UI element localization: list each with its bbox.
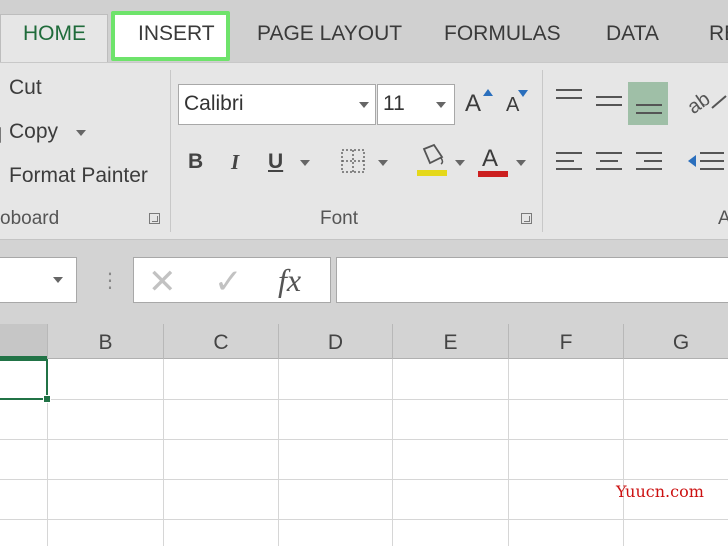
underline-dropdown-icon[interactable] [300, 160, 310, 166]
bottom-align-button[interactable] [628, 82, 668, 125]
align-center-icon[interactable] [596, 152, 622, 176]
fill-handle[interactable] [43, 395, 51, 403]
row-line [0, 519, 728, 520]
font-name-value: Calibri [184, 92, 244, 115]
bold-button[interactable]: B [188, 150, 203, 174]
font-size-value: 11 [383, 92, 405, 115]
underline-button[interactable]: U [268, 150, 283, 174]
formula-input[interactable] [336, 257, 728, 303]
column-header[interactable]: C [163, 324, 278, 359]
paintbrush-icon [0, 164, 2, 184]
shrink-font-button[interactable]: A [504, 86, 534, 120]
copy-label: Copy [9, 120, 59, 143]
selected-cell[interactable] [0, 359, 48, 400]
font-group-label: Font [320, 208, 359, 229]
column-header[interactable]: B [47, 324, 163, 359]
chevron-down-icon [436, 102, 446, 108]
font-color-swatch [478, 171, 508, 177]
format-painter-button[interactable]: Format Painter [0, 164, 155, 194]
alignment-group-label: A [718, 208, 728, 229]
tab-review[interactable]: RE [709, 22, 728, 46]
align-left-icon[interactable] [556, 152, 582, 176]
font-color-icon: A [482, 145, 499, 172]
column-header[interactable]: D [278, 324, 392, 359]
watermark: Yuucn.com [616, 482, 704, 501]
tab-formulas[interactable]: FORMULAS [444, 22, 561, 46]
format-painter-label: Format Painter [9, 164, 148, 187]
copy-button[interactable]: Copy [0, 120, 100, 150]
triangle-down-icon [518, 90, 528, 97]
row-line [0, 399, 728, 400]
fill-color-dropdown-icon[interactable] [455, 160, 465, 166]
worksheet-grid[interactable] [0, 359, 728, 546]
group-divider [170, 70, 171, 232]
borders-dropdown-icon[interactable] [378, 160, 388, 166]
column-header[interactable]: G [623, 324, 728, 359]
grow-font-icon: A [465, 90, 482, 117]
bottom-align-icon [636, 104, 662, 120]
triangle-up-icon [483, 89, 493, 96]
font-dialog-launcher-icon[interactable] [521, 213, 532, 224]
fill-color-icon[interactable] [416, 143, 448, 177]
tab-insert[interactable]: INSERT [138, 22, 215, 46]
column-line [278, 359, 279, 546]
cut-button[interactable]: Cut [0, 76, 90, 106]
row-line [0, 479, 728, 480]
clipboard-dialog-launcher-icon[interactable] [149, 213, 160, 224]
column-line [508, 359, 509, 546]
tab-data[interactable]: DATA [606, 22, 659, 46]
row-line [0, 439, 728, 440]
column-line [392, 359, 393, 546]
group-divider [542, 70, 543, 232]
orientation-icon[interactable]: ab [688, 86, 728, 116]
name-box[interactable] [0, 257, 77, 303]
chevron-down-icon [359, 102, 369, 108]
font-color-button[interactable]: A [476, 143, 510, 179]
font-size-dropdown[interactable]: 11 [377, 84, 455, 125]
align-right-icon[interactable] [636, 152, 662, 176]
copy-dropdown-icon[interactable] [76, 130, 86, 136]
more-options-icon[interactable]: ⋮ [100, 268, 120, 293]
ribbon-tab-bar: HOME INSERT PAGE LAYOUT FORMULAS DATA RE [0, 0, 728, 64]
column-line [163, 359, 164, 546]
svg-text:ab: ab [688, 88, 714, 116]
column-line [623, 359, 624, 546]
column-header[interactable]: F [508, 324, 623, 359]
formula-buttons: ✕ ✓ fx [133, 257, 331, 303]
top-align-icon[interactable] [556, 89, 582, 105]
borders-icon[interactable] [340, 148, 366, 174]
clipboard-group-label: oboard [0, 208, 60, 229]
decrease-indent-icon[interactable] [688, 150, 728, 174]
chevron-down-icon[interactable] [53, 277, 63, 283]
cut-label: Cut [9, 76, 42, 99]
middle-align-icon[interactable] [596, 96, 622, 112]
italic-button[interactable]: I [231, 150, 239, 175]
grow-font-button[interactable]: A [463, 86, 493, 120]
enter-icon[interactable]: ✓ [214, 262, 243, 302]
column-header-a[interactable] [0, 324, 47, 359]
tab-home[interactable]: HOME [23, 22, 86, 46]
copy-icon [0, 127, 1, 143]
column-headers: B C D E F G [0, 324, 728, 359]
insert-function-icon[interactable]: fx [278, 262, 301, 299]
cancel-icon[interactable]: ✕ [148, 262, 177, 302]
font-color-dropdown-icon[interactable] [516, 160, 526, 166]
column-header[interactable]: E [392, 324, 508, 359]
tab-page-layout[interactable]: PAGE LAYOUT [257, 22, 402, 46]
font-name-dropdown[interactable]: Calibri [178, 84, 376, 125]
